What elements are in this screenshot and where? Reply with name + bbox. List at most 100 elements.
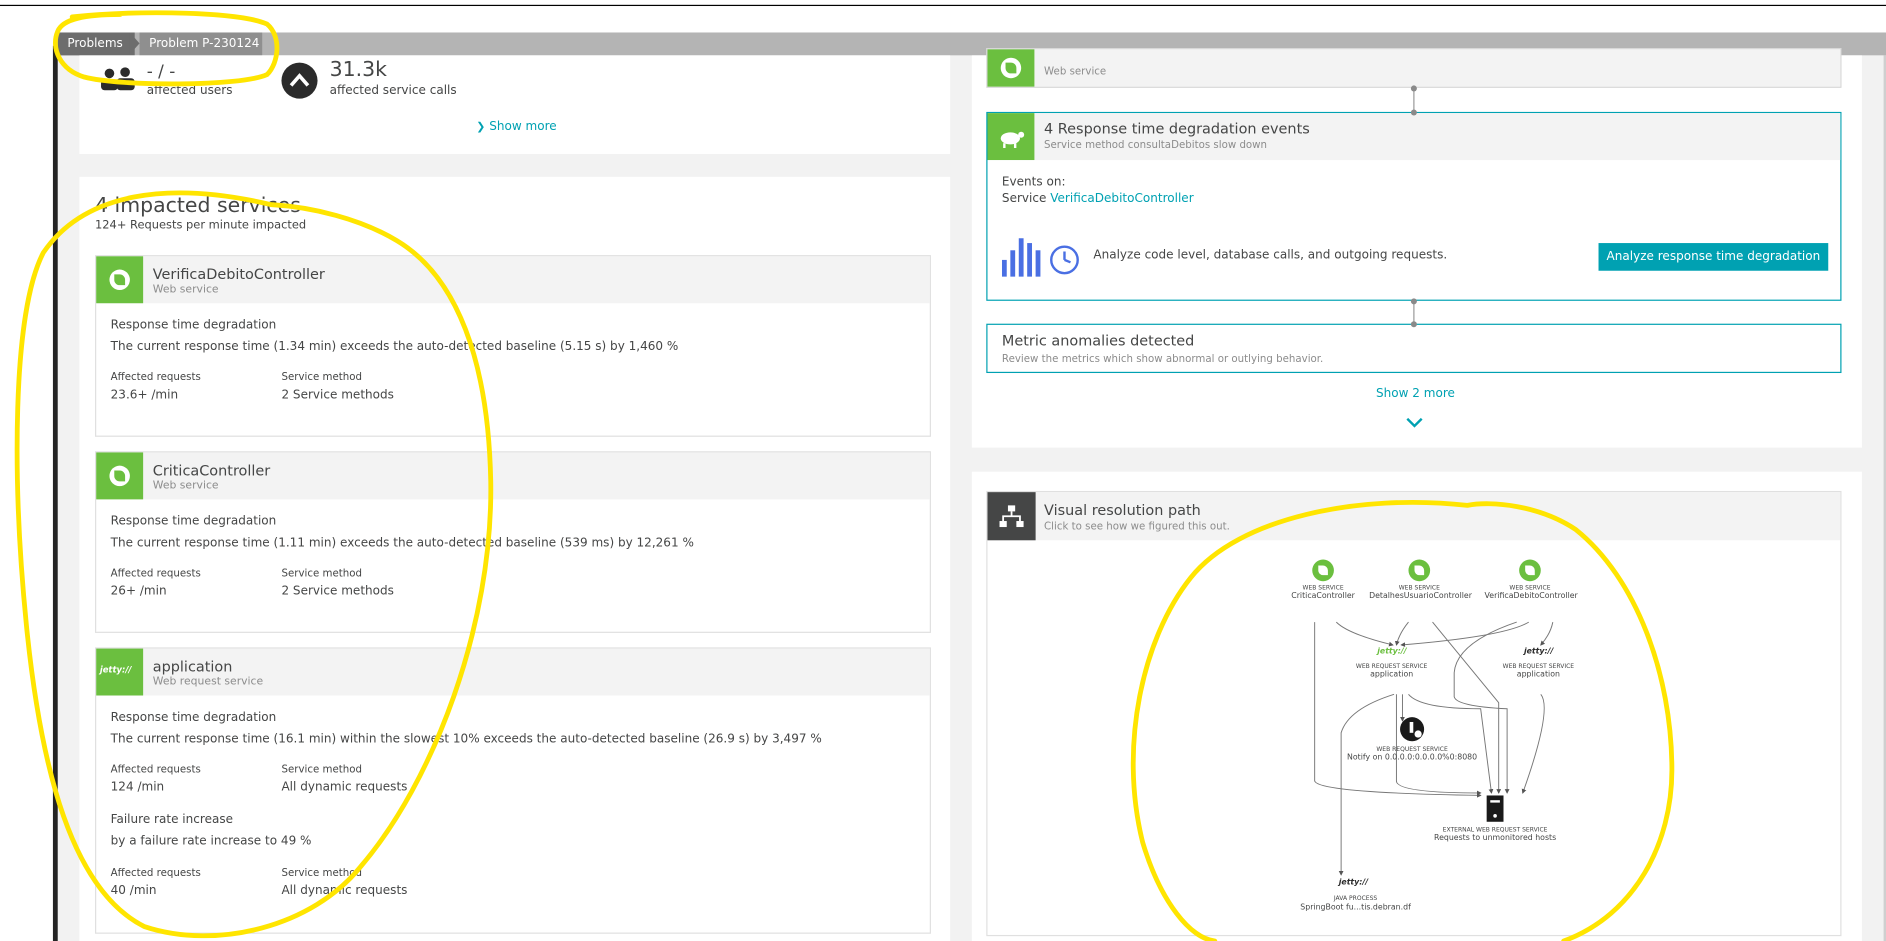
issue-title: Response time degradation (110, 318, 277, 333)
spring-node-icon[interactable] (1312, 559, 1334, 582)
event-box-response-degradation[interactable]: 4 Response time degradation events Servi… (986, 111, 1842, 301)
service-card-application[interactable]: jetty:// application Web request service… (95, 647, 931, 934)
impact-summary-card: - / - affected users 31.3k affected serv… (79, 55, 951, 155)
service-method-value: All dynamic requests (281, 780, 408, 795)
breadcrumb-chevron-icon (129, 32, 140, 55)
impacted-services-subtitle: 124+ Requests per minute impacted (95, 219, 307, 233)
affected-users-value: - / - (146, 62, 176, 82)
affected-requests-label: Affected requests (110, 764, 201, 777)
service-type: Web service (152, 480, 219, 493)
impacted-services-title: 4 impacted services (95, 193, 301, 218)
service-method-value-2: All dynamic requests (281, 884, 408, 898)
jetty-process-icon[interactable]: jetty:// (1339, 877, 1368, 887)
node-name: VerificaDebitoController (1484, 590, 1578, 601)
issue-title: Response time degradation (110, 515, 277, 529)
service-method-label: Service method (281, 764, 362, 777)
issue-detail: The current response time (16.1 min) wit… (110, 732, 822, 747)
show-more-link[interactable]: ❯ Show more (476, 120, 556, 133)
issue-title-2: Failure rate increase (110, 813, 234, 827)
service-name[interactable]: application (153, 658, 233, 675)
service-method-label: Service method (281, 371, 362, 384)
event-box-metric-anomalies[interactable]: Metric anomalies detected Review the met… (986, 323, 1842, 374)
event-box-web-service[interactable]: Web service (986, 48, 1842, 88)
node-name: application (1516, 669, 1560, 679)
spring-node-icon[interactable] (1519, 559, 1541, 582)
timeline-dot (1410, 298, 1417, 305)
event-subtitle: Service method consultaDebitos slow down (1044, 139, 1268, 152)
event-title: Metric anomalies detected (1001, 332, 1195, 349)
event-timeline-card: Web service 4 Response time degradation … (971, 48, 1862, 448)
users-icon (101, 67, 135, 91)
affected-calls-value: 31.3k (329, 57, 387, 82)
affected-requests-label: Affected requests (110, 371, 201, 384)
spring-service-icon (987, 49, 1035, 87)
affected-requests-value: 26+ /min (110, 584, 167, 599)
service-method-value: 2 Service methods (281, 388, 394, 402)
affected-requests-value-2: 40 /min (110, 884, 157, 898)
analyze-description: Analyze code level, database calls, and … (1093, 249, 1448, 263)
spring-service-icon (96, 452, 144, 500)
impacted-services-card: 4 impacted services 124+ Requests per mi… (79, 176, 951, 941)
visual-resolution-path[interactable]: Visual resolution path Click to see how … (986, 490, 1842, 937)
node-name: Requests to unmonitored hosts (1433, 832, 1557, 843)
affected-calls-label: affected service calls (329, 84, 457, 98)
affected-requests-label-2: Affected requests (110, 867, 201, 880)
timeline-dot (1410, 321, 1417, 328)
visual-resolution-path-card: Visual resolution path Click to see how … (971, 471, 1862, 941)
analyze-response-time-button[interactable]: Analyze response time degradation (1598, 243, 1829, 271)
service-method-label: Service method (281, 567, 362, 580)
chevron-down-icon: ❯ (476, 121, 486, 134)
left-frame-bar (52, 45, 58, 941)
service-prefix: Service (1001, 192, 1047, 206)
notify-service-icon[interactable] (1399, 716, 1425, 742)
events-on-label: Events on: (1001, 175, 1066, 189)
service-name[interactable]: VerificaDebitoController (153, 266, 325, 283)
node-name: Notify on 0.0.0.0:0.0.0.0%0:8080 (1347, 752, 1478, 762)
spring-service-icon (96, 256, 144, 304)
jetty-icon-text: jetty:// (99, 665, 132, 676)
issue-detail: The current response time (1.34 min) exc… (110, 340, 679, 354)
spring-node-icon[interactable] (1408, 559, 1431, 582)
show-2-more-link[interactable]: Show 2 more (1376, 387, 1455, 400)
jetty-service-icon: jetty:// (96, 648, 144, 696)
service-calls-icon (281, 62, 318, 99)
node-name: DetalhesUsuarioController (1369, 590, 1472, 601)
node-name: CriticaController (1291, 590, 1355, 601)
service-type: Web request service (152, 676, 264, 689)
show-more-label: Show more (489, 120, 557, 134)
external-server-icon[interactable] (1485, 795, 1504, 822)
issue-detail: The current response time (1.11 min) exc… (110, 536, 694, 550)
event-subtitle: Review the metrics which show abnormal o… (1001, 353, 1324, 366)
jetty-node-icon[interactable]: jetty:// (1377, 646, 1406, 656)
breadcrumb-current-problem[interactable]: Problem P-230124 (139, 32, 263, 56)
event-subtitle: Web service (1044, 66, 1107, 79)
issue-detail-2: by a failure rate increase to 49 % (110, 835, 312, 849)
chevron-down-icon[interactable] (1405, 416, 1424, 428)
affected-requests-value: 124 /min (110, 780, 165, 795)
node-type-label: JAVA PROCESS (1333, 895, 1378, 903)
timeline-dot (1410, 109, 1417, 116)
analysis-chart-icon (1001, 238, 1079, 277)
service-link[interactable]: VerificaDebitoController (1050, 193, 1193, 206)
service-card-verificadebito[interactable]: VerificaDebitoController Web service Res… (95, 255, 931, 437)
node-name: application (1370, 669, 1414, 679)
service-card-critica[interactable]: CriticaController Web service Response t… (95, 451, 931, 633)
events-on-service: Service VerificaDebitoController (1002, 193, 1194, 206)
screenshot-stage: Problems Problem P-230124 - / - affected… (0, 0, 1886, 941)
service-method-value: 2 Service methods (281, 584, 394, 599)
service-type: Web service (152, 283, 219, 297)
event-title: 4 Response time degradation events (1044, 120, 1310, 138)
breadcrumb-problems[interactable]: Problems (57, 32, 135, 56)
issue-title: Response time degradation (110, 711, 277, 725)
window-top-border (0, 4, 1886, 7)
timeline-dot (1410, 85, 1417, 92)
vrp-diagram-edges (1314, 621, 1554, 876)
service-name[interactable]: CriticaController (153, 462, 270, 479)
affected-requests-label: Affected requests (110, 567, 201, 580)
service-method-label-2: Service method (281, 867, 362, 880)
jetty-node-icon[interactable]: jetty:// (1524, 646, 1553, 656)
slowdown-turtle-icon (987, 113, 1035, 161)
affected-requests-value: 23.6+ /min (110, 388, 179, 402)
node-name: SpringBoot fu...tis.debran.df (1300, 902, 1411, 913)
affected-users-label: affected users (146, 84, 233, 98)
